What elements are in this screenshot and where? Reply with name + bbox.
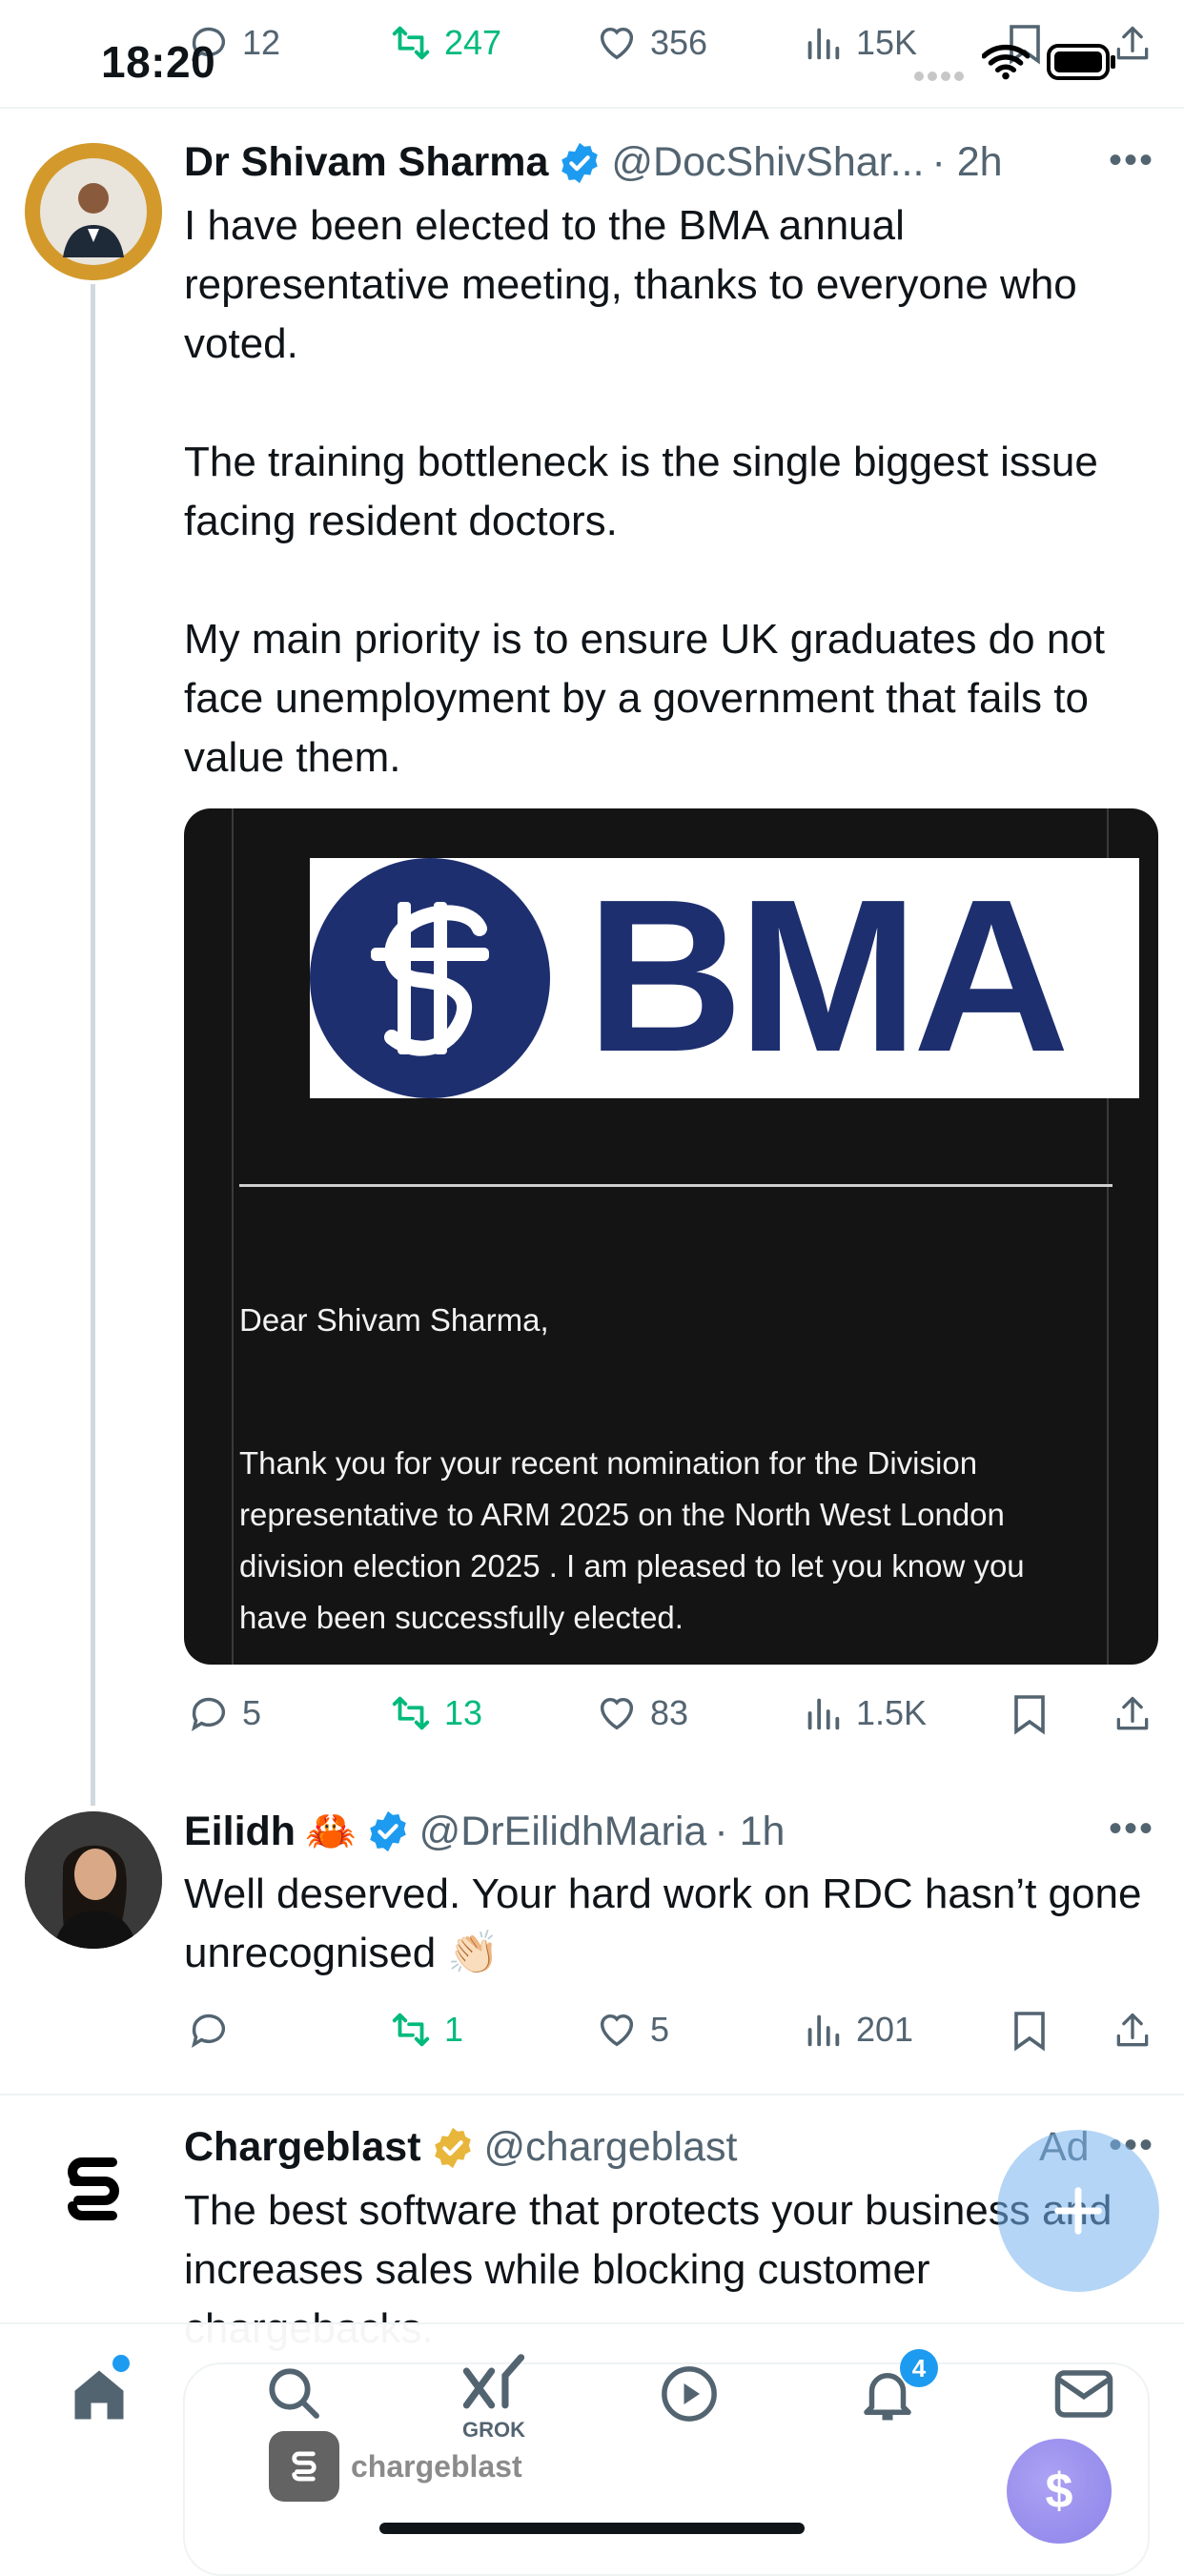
post-time[interactable]: · 1h bbox=[714, 1809, 785, 1855]
media-divider bbox=[239, 1184, 1113, 1187]
like-count: 5 bbox=[650, 2010, 670, 2049]
bma-logo: BMA bbox=[310, 858, 1139, 1098]
author-name[interactable]: Chargeblast bbox=[184, 2124, 421, 2171]
reply-action[interactable] bbox=[187, 2008, 242, 2052]
plus-icon bbox=[1054, 2187, 1102, 2235]
more-options-icon[interactable]: ••• bbox=[1109, 139, 1154, 182]
author-name[interactable]: Dr Shivam Sharma bbox=[184, 139, 548, 186]
status-time: 18:20 bbox=[101, 37, 216, 87]
post-media-image[interactable]: BMA Dear Shivam Sharma, Thank you for yo… bbox=[184, 808, 1158, 1665]
home-icon[interactable] bbox=[67, 2362, 132, 2427]
reply-count: 12 bbox=[242, 23, 281, 62]
heart-icon bbox=[600, 1697, 634, 1730]
reply-icon bbox=[191, 2014, 226, 2049]
like-action[interactable]: 5 bbox=[595, 2008, 669, 2052]
views-action[interactable]: 1.5K bbox=[801, 1691, 927, 1735]
views-count: 1.5K bbox=[856, 1693, 928, 1732]
like-count: 83 bbox=[650, 1693, 689, 1732]
battery-icon bbox=[1047, 44, 1115, 80]
status-bar: 12 247 356 15K 18:20 bbox=[0, 0, 1184, 107]
repost-count: 247 bbox=[444, 23, 502, 62]
repost-action[interactable]: 13 bbox=[389, 1691, 482, 1735]
repost-icon bbox=[392, 2013, 430, 2047]
reply-action[interactable]: 5 bbox=[187, 1691, 261, 1735]
avatar-eilidh[interactable] bbox=[25, 1811, 162, 1949]
like-action[interactable]: 83 bbox=[595, 1691, 688, 1735]
letter-line: division election 2025 . I am pleased to… bbox=[239, 1548, 1025, 1584]
notifications-badge: 4 bbox=[900, 2349, 938, 2387]
views-action[interactable]: 15K bbox=[801, 21, 917, 65]
repost-action[interactable]: 1 bbox=[389, 2008, 463, 2052]
messages-envelope-icon[interactable] bbox=[1052, 2366, 1115, 2422]
repost-count: 13 bbox=[444, 1693, 483, 1732]
home-dot-badge bbox=[112, 2355, 130, 2372]
divider bbox=[0, 107, 1184, 109]
author-handle[interactable]: @chargeblast bbox=[484, 2124, 738, 2171]
wifi-icon bbox=[982, 44, 1030, 80]
avatar-photo bbox=[25, 1811, 162, 1949]
video-play-icon[interactable] bbox=[658, 2362, 721, 2425]
dollar-icon[interactable]: $ bbox=[1007, 2439, 1112, 2544]
letter-line: representative to ARM 2025 on the North … bbox=[239, 1497, 1005, 1532]
reply-icon bbox=[191, 1697, 226, 1732]
grok-icon[interactable] bbox=[459, 2353, 528, 2412]
share-icon[interactable] bbox=[1112, 21, 1153, 67]
views-icon bbox=[807, 28, 840, 60]
post-header: Dr Shivam Sharma @DocShivShar... · 2h bbox=[184, 139, 1003, 186]
repost-icon bbox=[392, 1696, 430, 1730]
chargeblast-logo-icon bbox=[292, 2451, 316, 2482]
more-options-icon[interactable]: ••• bbox=[1109, 1808, 1154, 1850]
reply-count: 5 bbox=[242, 1693, 262, 1732]
post-text: Well deserved. Your hard work on RDC has… bbox=[184, 1871, 1153, 1976]
views-count: 15K bbox=[856, 23, 918, 62]
crab-emoji: 🦀 bbox=[305, 1809, 357, 1854]
heart-icon bbox=[600, 27, 634, 60]
post-text: I have been elected to the BMA annual re… bbox=[184, 202, 1106, 781]
post-time[interactable]: · 2h bbox=[931, 139, 1002, 186]
repost-icon bbox=[392, 26, 430, 60]
thread-line bbox=[91, 284, 95, 1806]
bma-emblem-icon bbox=[310, 858, 550, 1098]
share-icon[interactable] bbox=[1112, 1691, 1153, 1737]
share-icon[interactable] bbox=[1112, 2008, 1153, 2054]
bma-logo-text: BMA bbox=[586, 855, 1070, 1097]
ad-brand-chip[interactable]: chargeblast bbox=[269, 2431, 522, 2502]
letter-line: have been successfully elected. bbox=[239, 1600, 684, 1635]
verified-badge-icon bbox=[561, 142, 599, 183]
repost-count: 1 bbox=[444, 2010, 464, 2049]
chargeblast-logo-icon[interactable] bbox=[63, 2153, 124, 2225]
like-count: 356 bbox=[650, 23, 708, 62]
post-header: Chargeblast @chargeblast bbox=[184, 2124, 737, 2171]
ad-brand-name: chargeblast bbox=[351, 2448, 522, 2484]
bookmark-icon[interactable] bbox=[1010, 2010, 1049, 2052]
bookmark-icon[interactable] bbox=[1010, 1693, 1049, 1735]
signal-icon bbox=[914, 72, 964, 81]
post-header: Eilidh 🦀 @DrEilidhMaria · 1h bbox=[184, 1808, 785, 1855]
search-icon[interactable] bbox=[263, 2362, 324, 2423]
media-border-line bbox=[232, 808, 234, 1665]
home-indicator bbox=[379, 2523, 805, 2534]
repost-action[interactable]: 247 bbox=[389, 21, 501, 65]
author-handle[interactable]: @DrEilidhMaria bbox=[419, 1809, 707, 1855]
letter-greeting: Dear Shivam Sharma, bbox=[239, 1302, 549, 1338]
views-icon bbox=[807, 1698, 840, 1730]
chargeblast-app-icon bbox=[269, 2431, 339, 2502]
like-action[interactable]: 356 bbox=[595, 21, 707, 65]
letter-line: Thank you for your recent nomination for… bbox=[239, 1445, 978, 1481]
avatar-shivam[interactable] bbox=[25, 143, 162, 280]
compose-button[interactable] bbox=[997, 2130, 1159, 2292]
author-handle[interactable]: @DocShivShar... bbox=[611, 139, 924, 186]
views-count: 201 bbox=[856, 2010, 914, 2049]
avatar-photo bbox=[25, 143, 162, 280]
views-action[interactable]: 201 bbox=[801, 2008, 913, 2052]
views-icon bbox=[807, 2014, 840, 2047]
author-name[interactable]: Eilidh bbox=[184, 1809, 296, 1855]
divider bbox=[0, 2094, 1184, 2096]
heart-icon bbox=[600, 2014, 634, 2047]
verified-gold-badge-icon bbox=[434, 2127, 471, 2168]
verified-badge-icon bbox=[369, 1810, 406, 1852]
